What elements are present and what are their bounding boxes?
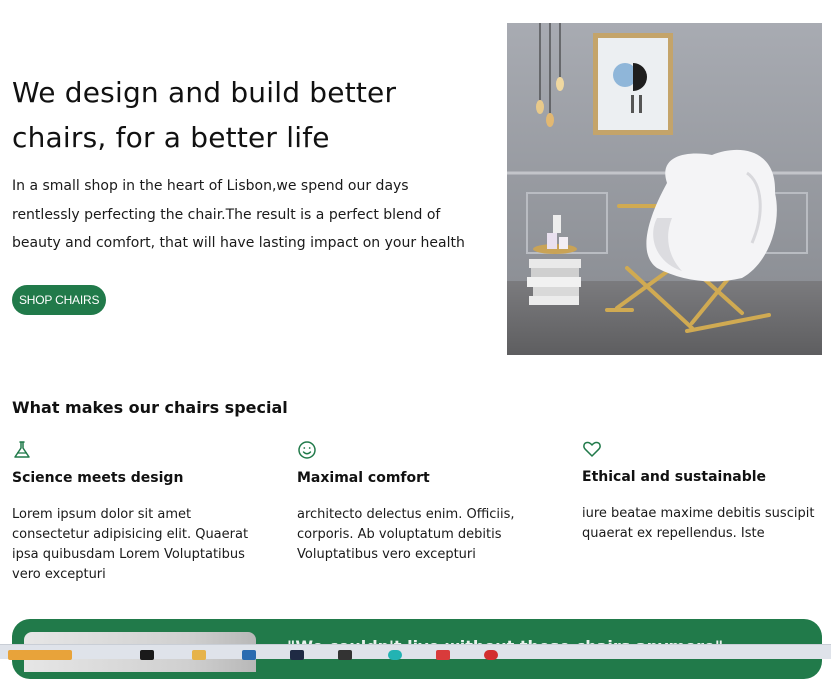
features-section-title: What makes our chairs special [12,398,288,417]
heart-icon [583,441,601,457]
shop-chairs-button[interactable]: SHOP CHAIRS [12,285,107,315]
feature-title: Science meets design [12,470,184,486]
feature-text: Lorem ipsum dolor sit amet consectetur a… [12,507,249,582]
app-icon[interactable] [436,650,450,660]
app-icon[interactable] [338,650,352,660]
feature-comfort: Maximal comfort architecto delectus enim… [297,440,542,565]
feature-title: Ethical and sustainable [582,469,767,485]
app-icon[interactable] [388,650,402,660]
hero-title-line-2: chairs, for a better life [12,121,330,154]
hero-title: We design and build better chairs, for a… [12,70,482,160]
hero-description-line-1: In a small shop in the heart of Lisbon,w… [12,178,409,194]
os-taskbar [0,644,831,660]
hero-description: In a small shop in the heart of Lisbon,w… [12,172,492,258]
chair-photo-illustration [507,23,822,355]
feature-title: Maximal comfort [297,470,430,486]
feature-text: architecto delectus enim. Officiis, corp… [297,507,515,562]
hero-description-line-3: beauty and comfort, that will have lasti… [12,235,465,251]
feature-science: Science meets design Lorem ipsum dolor s… [12,440,257,585]
app-icon[interactable] [8,650,72,660]
feature-text: iure beatae maxime debitis suscipit quae… [582,506,815,541]
hero-title-line-1: We design and build better [12,76,397,109]
hero-chair-image [507,23,822,355]
feature-ethical: Ethical and sustainable iure beatae maxi… [582,439,827,544]
app-icon[interactable] [484,650,498,660]
flask-icon [14,441,30,458]
smile-icon [298,441,316,459]
app-icon[interactable] [192,650,206,660]
hero-description-line-2: rentlessly perfecting the chair.The resu… [12,206,441,223]
app-icon[interactable] [242,650,256,660]
app-icon[interactable] [290,650,304,660]
app-icon[interactable] [140,650,154,660]
